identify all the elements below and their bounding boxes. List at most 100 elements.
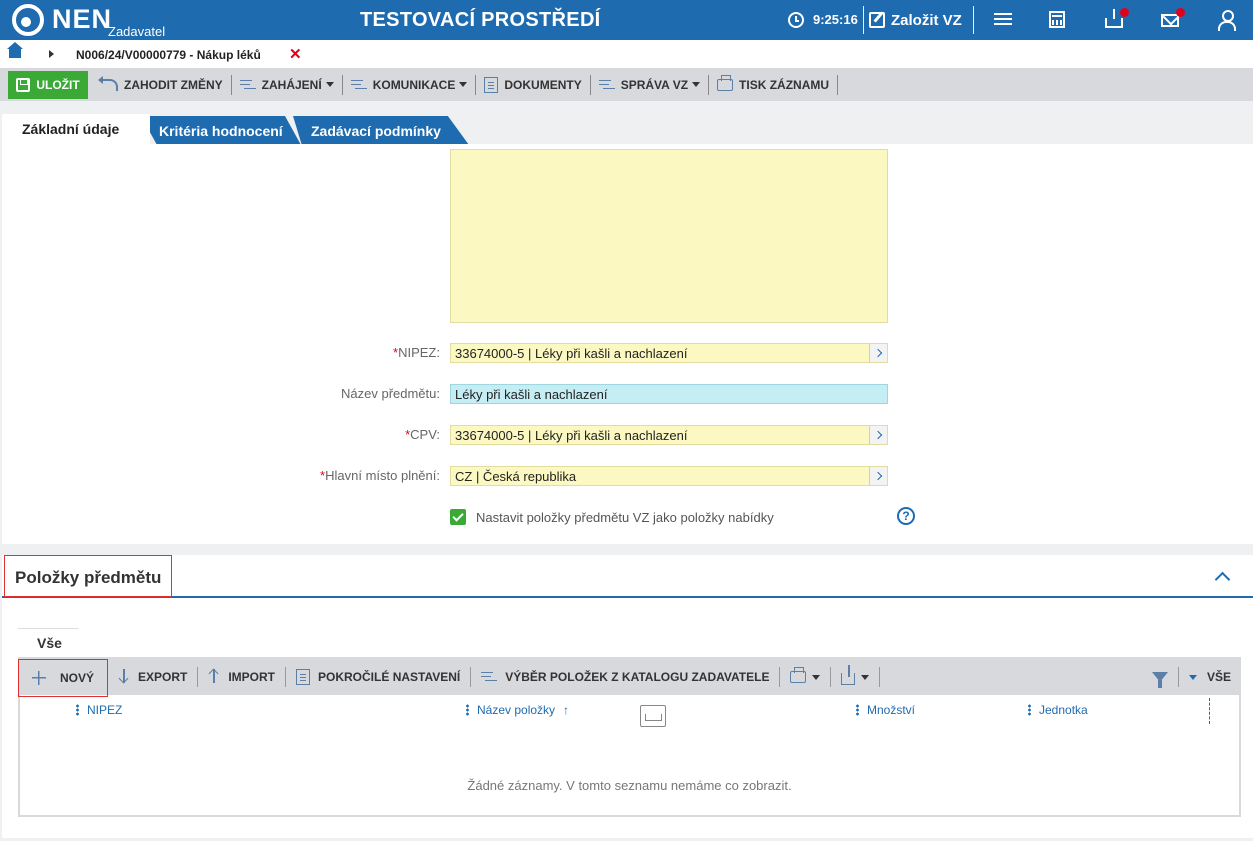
tab-all[interactable]: Vše bbox=[18, 628, 98, 658]
section-title: Položky předmětu bbox=[4, 555, 172, 597]
home-icon[interactable] bbox=[7, 42, 23, 58]
menu-icon[interactable] bbox=[992, 10, 1014, 30]
import-label: IMPORT bbox=[228, 670, 276, 684]
import-button[interactable]: IMPORT bbox=[198, 667, 287, 687]
share-menu-button[interactable] bbox=[831, 665, 881, 687]
save-button[interactable]: ULOŽIT bbox=[8, 70, 88, 99]
nipez-label-text: NIPEZ: bbox=[398, 345, 440, 360]
empty-message: Žádné záznamy. V tomto seznamu nemáme co… bbox=[467, 778, 792, 793]
logo-subtitle: Zadavatel bbox=[108, 24, 166, 39]
print-label: TISK ZÁZNAMU bbox=[739, 77, 830, 92]
place-label-text: Hlavní místo plnění: bbox=[325, 468, 440, 483]
export-label: EXPORT bbox=[138, 670, 188, 684]
inbox-icon[interactable] bbox=[1105, 9, 1123, 28]
documents-button[interactable]: DOKUMENTY bbox=[476, 74, 591, 95]
notification-dot bbox=[1176, 8, 1185, 17]
column-item-name[interactable]: Název položky ↑ bbox=[466, 703, 569, 717]
share-icon bbox=[841, 665, 856, 685]
chevron-right-icon[interactable] bbox=[869, 467, 887, 485]
edit-icon bbox=[869, 12, 885, 28]
start-menu-button[interactable]: ZAHÁJENÍ bbox=[232, 74, 343, 95]
chevron-right-icon[interactable] bbox=[869, 426, 887, 444]
calculator-icon[interactable] bbox=[1049, 11, 1065, 28]
tab-criteria[interactable]: Kritéria hodnocení bbox=[141, 116, 301, 145]
description-textarea[interactable] bbox=[450, 149, 888, 323]
caret-down-icon bbox=[861, 674, 870, 680]
catalog-select-button[interactable]: VÝBĚR POLOŽEK Z KATALOGU ZADAVATELE bbox=[471, 667, 781, 687]
cpv-value: 33674000-5 | Léky při kašli a nachlazení bbox=[455, 428, 688, 443]
tab-basic-info[interactable]: Základní údaje bbox=[2, 114, 150, 145]
caret-down-icon bbox=[692, 82, 701, 87]
items-as-offer-label: Nastavit položky předmětu VZ jako položk… bbox=[476, 510, 774, 525]
grid-toolbar: EXPORT IMPORT POKROČILÉ NASTAVENÍ VÝBĚR … bbox=[18, 659, 1239, 697]
communication-menu-button[interactable]: KOMUNIKACE bbox=[343, 74, 477, 95]
create-tender-label: Založit VZ bbox=[891, 11, 962, 29]
advanced-settings-button[interactable]: POKROČILÉ NASTAVENÍ bbox=[286, 667, 472, 687]
place-field[interactable]: CZ | Česká republika bbox=[450, 466, 888, 486]
caret-down-icon bbox=[812, 674, 821, 680]
management-menu-button[interactable]: SPRÁVA VZ bbox=[591, 74, 710, 95]
nipez-label: *NIPEZ: bbox=[2, 345, 440, 360]
column-nipez[interactable]: NIPEZ bbox=[76, 703, 122, 717]
workflow-icon bbox=[598, 77, 615, 92]
column-quantity[interactable]: Množství bbox=[856, 703, 915, 717]
create-tender-button[interactable]: Založit VZ bbox=[869, 6, 962, 34]
upload-icon bbox=[208, 669, 220, 685]
print-record-button[interactable]: TISK ZÁZNAMU bbox=[709, 74, 839, 95]
download-icon bbox=[118, 669, 130, 685]
chevron-right-icon bbox=[49, 50, 54, 58]
workflow-icon bbox=[350, 77, 367, 92]
items-as-offer-checkbox[interactable] bbox=[450, 509, 466, 525]
logo-text[interactable]: NEN bbox=[52, 4, 112, 35]
print-menu-button[interactable] bbox=[780, 667, 832, 687]
help-icon[interactable]: ? bbox=[897, 507, 915, 525]
export-button[interactable]: EXPORT bbox=[108, 667, 199, 687]
chevron-up-icon[interactable] bbox=[1214, 571, 1231, 588]
communication-label: KOMUNIKACE bbox=[372, 77, 456, 92]
printer-icon bbox=[717, 74, 734, 91]
column-label: Množství bbox=[867, 703, 916, 717]
section-header: Položky předmětu bbox=[2, 555, 1253, 598]
column-unit[interactable]: Jednotka bbox=[1028, 703, 1088, 717]
breadcrumb-title[interactable]: N006/24/V00000779 - Nákup léků bbox=[76, 48, 261, 62]
save-label: ULOŽIT bbox=[36, 77, 80, 92]
clock-icon bbox=[788, 12, 804, 28]
cpv-field[interactable]: 33674000-5 | Léky při kašli a nachlazení bbox=[450, 425, 888, 445]
document-icon bbox=[484, 76, 499, 93]
nen-logo-icon[interactable] bbox=[12, 4, 44, 36]
nipez-field[interactable]: 33674000-5 | Léky při kašli a nachlazení bbox=[450, 343, 888, 363]
divider bbox=[863, 6, 864, 34]
items-panel: Položky předmětu Vše EXPORT IMPORT POKRO… bbox=[2, 555, 1253, 838]
user-icon[interactable] bbox=[1216, 10, 1238, 31]
plus-icon bbox=[31, 671, 46, 685]
caret-down-icon bbox=[459, 82, 468, 87]
documents-label: DOKUMENTY bbox=[504, 77, 582, 92]
sort-asc-icon: ↑ bbox=[563, 703, 570, 717]
caret-down-icon[interactable] bbox=[1188, 674, 1197, 680]
notification-dot bbox=[1120, 8, 1129, 17]
cpv-label: *CPV: bbox=[2, 427, 440, 442]
subject-value: Léky při kašli a nachlazení bbox=[455, 387, 608, 402]
place-label: *Hlavní místo plnění: bbox=[2, 468, 440, 483]
advanced-label: POKROČILÉ NASTAVENÍ bbox=[318, 670, 461, 684]
caret-down-icon bbox=[325, 82, 334, 87]
filter-icon[interactable] bbox=[1151, 672, 1168, 688]
discard-changes-button[interactable]: ZAHODIT ZMĚNY bbox=[94, 74, 232, 95]
column-menu-icon[interactable] bbox=[1028, 704, 1031, 716]
close-icon[interactable]: ✕ bbox=[289, 45, 302, 63]
column-menu-icon[interactable] bbox=[76, 704, 79, 716]
column-menu-icon[interactable] bbox=[466, 704, 469, 716]
tab-conditions[interactable]: Zadávací podmínky bbox=[293, 116, 469, 145]
chevron-right-icon[interactable] bbox=[869, 344, 887, 362]
document-icon bbox=[296, 669, 311, 685]
view-all-label[interactable]: VŠE bbox=[1207, 670, 1231, 684]
subject-field[interactable]: Léky při kašli a nachlazení bbox=[450, 384, 888, 404]
new-item-button[interactable]: NOVÝ bbox=[18, 659, 108, 697]
mail-icon[interactable] bbox=[1161, 14, 1179, 27]
breadcrumb: N006/24/V00000779 - Nákup léků ✕ bbox=[0, 40, 1253, 68]
grid-header: NIPEZ Název položky ↑ Množství Jednotka bbox=[20, 695, 1239, 727]
column-menu-icon[interactable] bbox=[856, 704, 859, 716]
column-divider bbox=[1209, 698, 1210, 724]
catalog-label: VÝBĚR POLOŽEK Z KATALOGU ZADAVATELE bbox=[505, 670, 770, 684]
divider bbox=[973, 6, 974, 34]
